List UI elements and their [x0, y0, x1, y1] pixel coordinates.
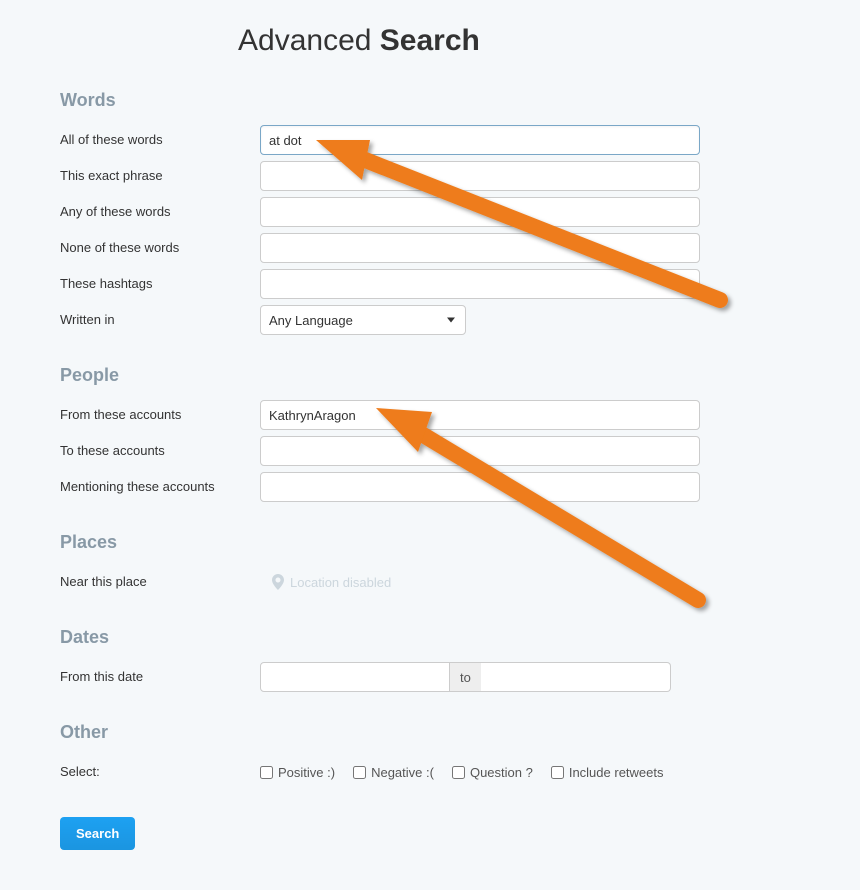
positive-option[interactable]: Positive :) [260, 765, 335, 780]
hashtags-label: These hashtags [60, 276, 260, 292]
positive-checkbox[interactable] [260, 766, 273, 779]
exact-phrase-label: This exact phrase [60, 168, 260, 184]
places-heading: Places [60, 532, 800, 553]
any-words-input[interactable] [260, 197, 700, 227]
mention-accounts-input[interactable] [260, 472, 700, 502]
question-checkbox[interactable] [452, 766, 465, 779]
negative-checkbox[interactable] [353, 766, 366, 779]
date-to-separator: to [450, 662, 481, 692]
people-heading: People [60, 365, 800, 386]
location-disabled-text: Location disabled [260, 574, 700, 590]
any-words-label: Any of these words [60, 204, 260, 220]
from-accounts-input[interactable] [260, 400, 700, 430]
none-words-input[interactable] [260, 233, 700, 263]
exact-phrase-input[interactable] [260, 161, 700, 191]
negative-option[interactable]: Negative :( [353, 765, 434, 780]
none-words-label: None of these words [60, 240, 260, 256]
language-select[interactable]: Any Language [260, 305, 466, 335]
retweets-checkbox[interactable] [551, 766, 564, 779]
to-accounts-input[interactable] [260, 436, 700, 466]
other-heading: Other [60, 722, 800, 743]
from-date-label: From this date [60, 669, 260, 685]
language-value: Any Language [269, 313, 353, 328]
all-words-label: All of these words [60, 132, 260, 148]
to-accounts-label: To these accounts [60, 443, 260, 459]
title-light: Advanced [238, 24, 371, 57]
chevron-down-icon [447, 318, 455, 323]
dates-heading: Dates [60, 627, 800, 648]
location-pin-icon [272, 574, 284, 590]
all-words-input[interactable] [260, 125, 700, 155]
hashtags-input[interactable] [260, 269, 700, 299]
title-bold: Search [380, 24, 480, 57]
near-place-label: Near this place [60, 574, 260, 590]
select-label: Select: [60, 764, 260, 780]
words-heading: Words [60, 90, 800, 111]
date-from-input[interactable] [260, 662, 450, 692]
from-accounts-label: From these accounts [60, 407, 260, 423]
date-to-input[interactable] [481, 662, 671, 692]
mention-accounts-label: Mentioning these accounts [60, 479, 260, 495]
page-title: Advanced Search [238, 24, 800, 58]
search-button[interactable]: Search [60, 817, 135, 850]
retweets-option[interactable]: Include retweets [551, 765, 664, 780]
question-option[interactable]: Question ? [452, 765, 533, 780]
language-label: Written in [60, 312, 260, 328]
